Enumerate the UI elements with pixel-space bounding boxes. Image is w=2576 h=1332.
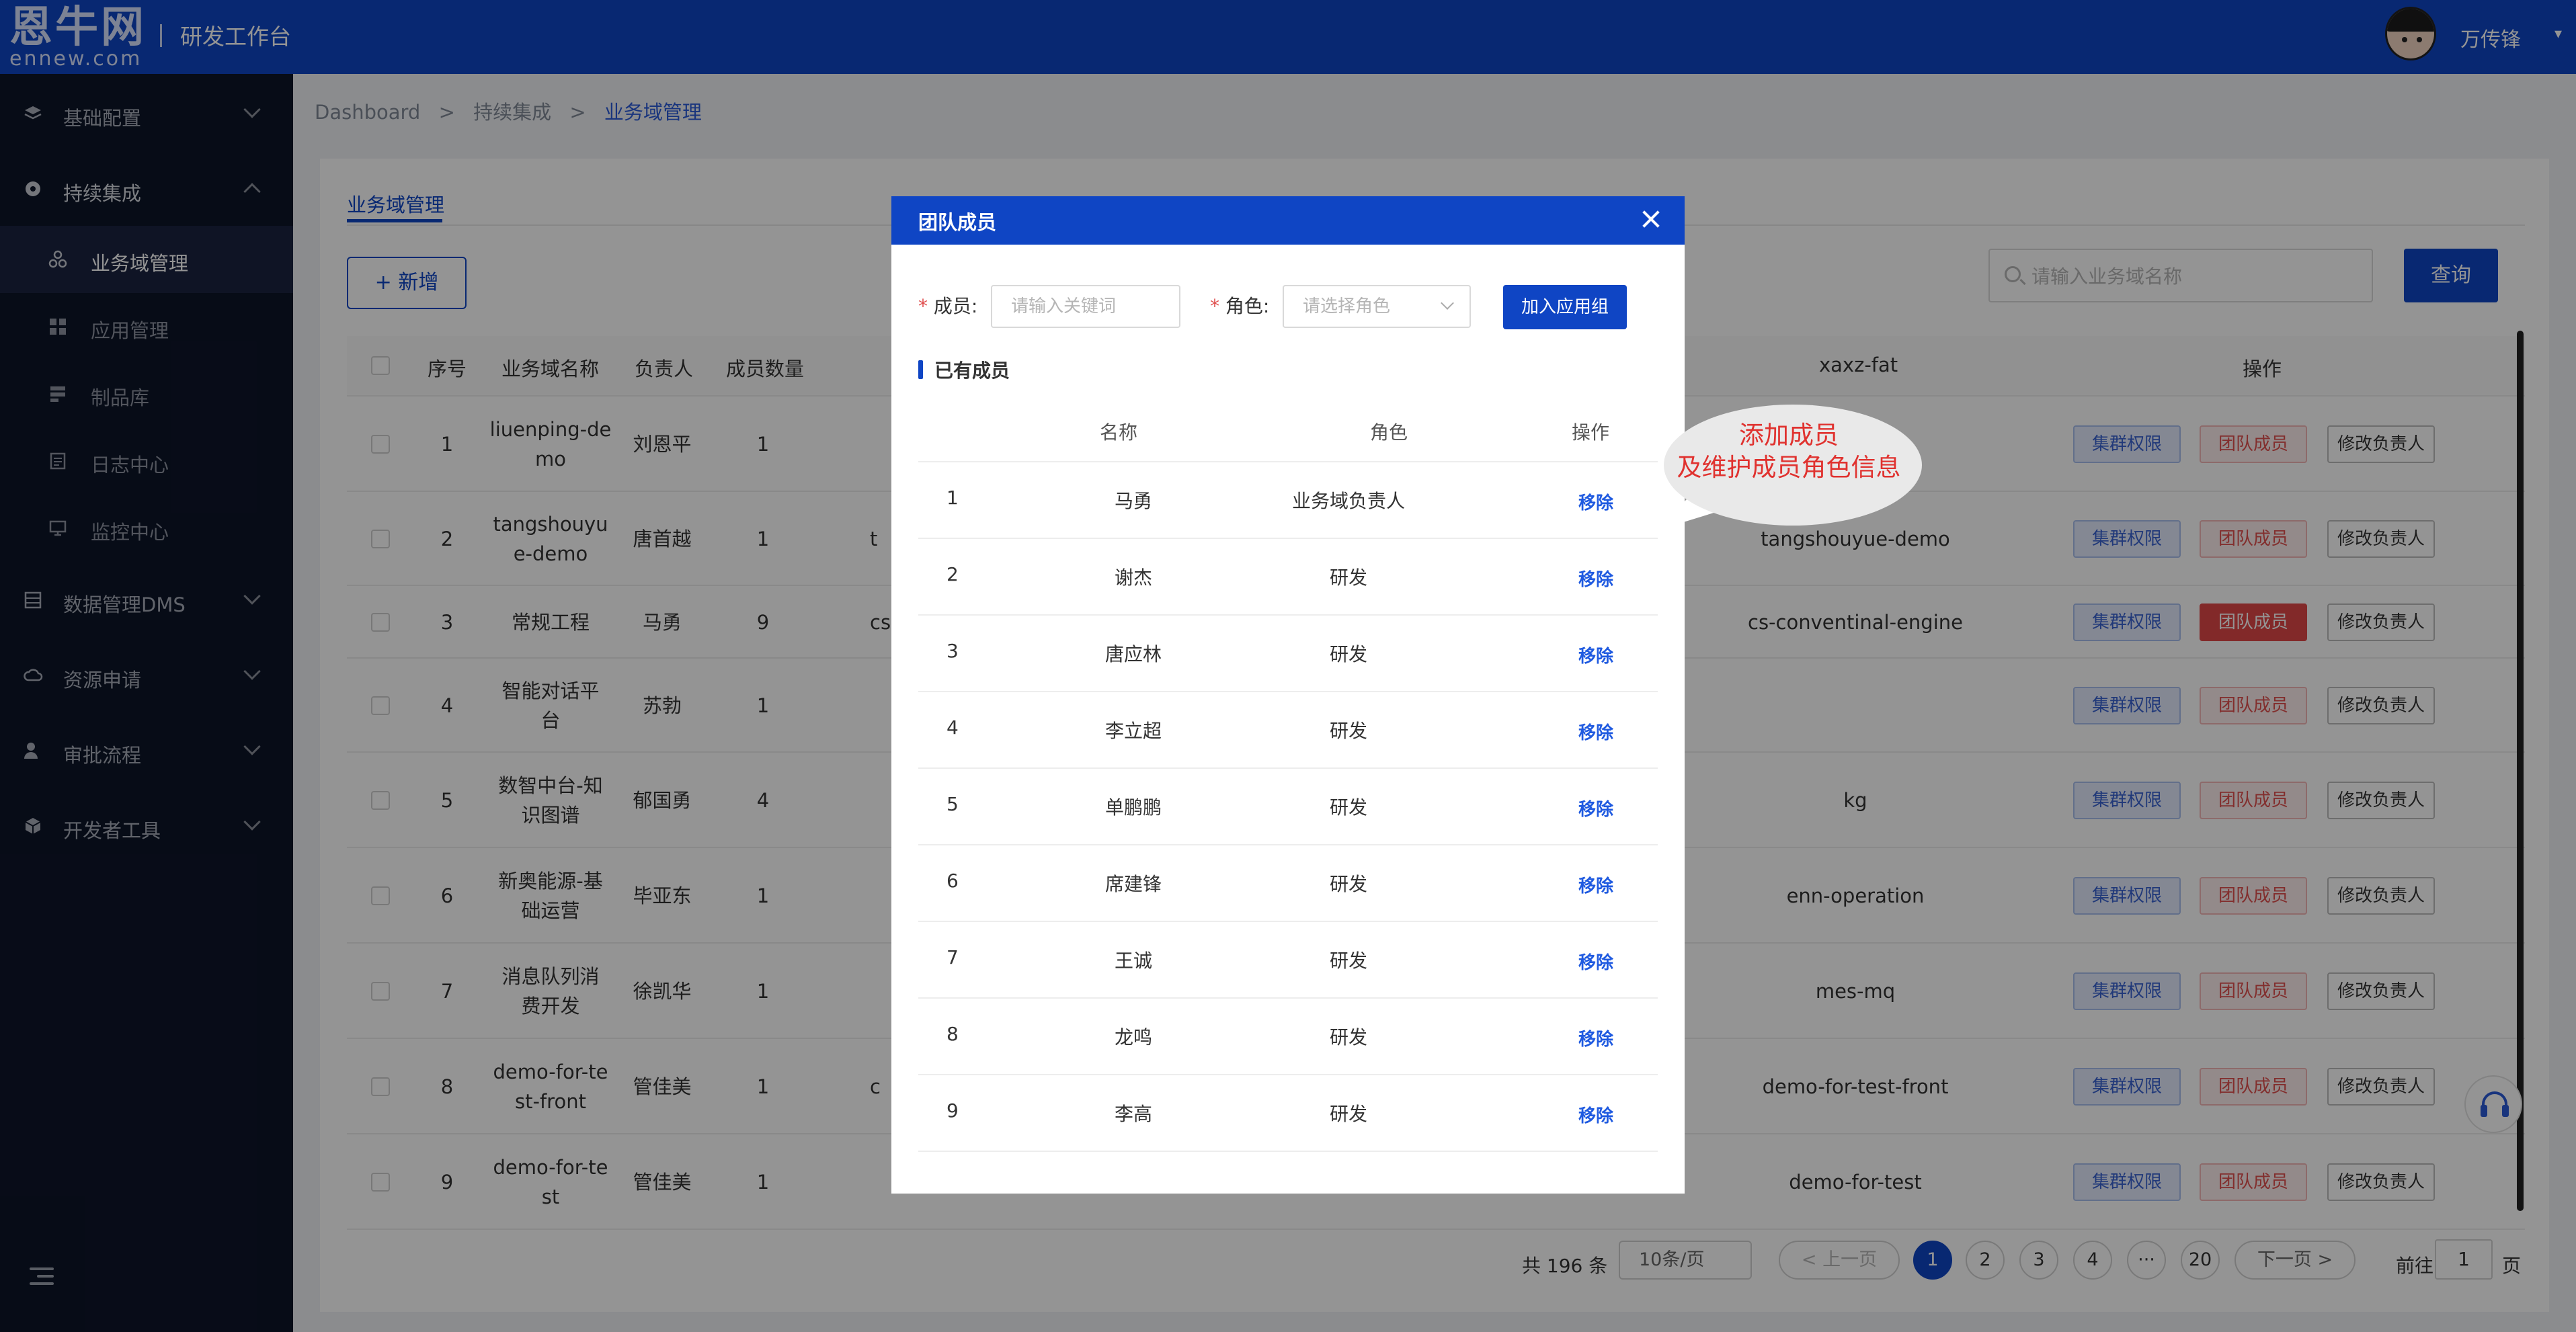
member-name: 李立超 [1104, 720, 1162, 742]
member-index: 7 [947, 946, 959, 968]
member-role: 研发 [1329, 873, 1367, 895]
member-name: 唐应林 [1104, 643, 1162, 665]
member-role: 研发 [1329, 567, 1367, 589]
role-select-input[interactable] [1284, 286, 1470, 327]
member-label: * 成员: [918, 295, 978, 317]
member-name: 王诚 [1114, 950, 1152, 972]
member-index: 3 [947, 640, 959, 662]
member-name: 席建锋 [1104, 873, 1162, 895]
member-row: 5 单鹏鹏 研发 移除 [918, 769, 1658, 845]
member-index: 5 [947, 793, 959, 815]
member-index: 2 [947, 563, 959, 585]
member-role: 研发 [1329, 643, 1367, 665]
join-group-button[interactable]: 加入应用组 [1503, 285, 1627, 329]
role-label-text: 角色: [1225, 295, 1270, 317]
member-row: 6 席建锋 研发 移除 [918, 845, 1658, 922]
role-label: * 角色: [1210, 295, 1270, 317]
member-row: 7 王诚 研发 移除 [918, 922, 1658, 999]
member-index: 9 [947, 1099, 959, 1122]
member-index: 4 [947, 716, 959, 739]
remove-member-button[interactable]: 移除 [1578, 489, 1613, 514]
member-label-text: 成员: [933, 295, 978, 317]
member-row: 1 马勇 业务域负责人 移除 [918, 462, 1658, 539]
member-search-input[interactable] [992, 286, 1179, 327]
member-column-role: 角色 [1370, 421, 1408, 444]
member-column-action: 操作 [1572, 421, 1610, 444]
member-index: 6 [947, 870, 959, 892]
section-marker [918, 360, 923, 379]
remove-member-button[interactable]: 移除 [1578, 1102, 1613, 1127]
member-name: 谢杰 [1114, 567, 1152, 589]
remove-member-button[interactable]: 移除 [1578, 796, 1613, 821]
remove-member-button[interactable]: 移除 [1578, 642, 1613, 667]
member-role: 业务域负责人 [1291, 490, 1405, 512]
callout-line-2: 及维护成员角色信息 [1677, 453, 1901, 482]
remove-member-button[interactable]: 移除 [1578, 719, 1613, 744]
member-name: 马勇 [1114, 490, 1152, 512]
team-members-dialog: 团队成员 * 成员: * 角色: 加入应用组 已有成员 名称 角色 操作 1 马勇… [891, 196, 1685, 1194]
member-row: 4 李立超 研发 移除 [918, 692, 1658, 769]
member-column-name: 名称 [1100, 421, 1138, 444]
member-index: 1 [947, 487, 959, 509]
member-role: 研发 [1329, 796, 1367, 819]
dialog-title: 团队成员 [918, 211, 997, 234]
close-icon[interactable] [1639, 207, 1663, 231]
section-title: 已有成员 [934, 360, 1010, 382]
member-role: 研发 [1329, 1103, 1367, 1125]
member-role: 研发 [1329, 720, 1367, 742]
remove-member-button[interactable]: 移除 [1578, 949, 1613, 974]
member-row: 3 唐应林 研发 移除 [918, 616, 1658, 692]
member-row: 9 李高 研发 移除 [918, 1075, 1658, 1152]
remove-member-button[interactable]: 移除 [1578, 566, 1613, 591]
remove-member-button[interactable]: 移除 [1578, 1026, 1613, 1050]
remove-member-button[interactable]: 移除 [1578, 872, 1613, 897]
callout-line-1: 添加成员 [1739, 421, 1839, 450]
member-search-field[interactable] [991, 285, 1180, 328]
member-row: 8 龙鸣 研发 移除 [918, 999, 1658, 1075]
member-name: 单鹏鹏 [1104, 796, 1162, 819]
role-select[interactable] [1283, 285, 1471, 328]
member-role: 研发 [1329, 950, 1367, 972]
member-row: 2 谢杰 研发 移除 [918, 539, 1658, 616]
callout-text: 添加成员 及维护成员角色信息 [1655, 419, 1923, 484]
member-name: 龙鸣 [1114, 1026, 1152, 1048]
member-name: 李高 [1114, 1103, 1152, 1125]
member-role: 研发 [1329, 1026, 1367, 1048]
member-index: 8 [947, 1023, 959, 1045]
dialog-header [891, 196, 1685, 245]
